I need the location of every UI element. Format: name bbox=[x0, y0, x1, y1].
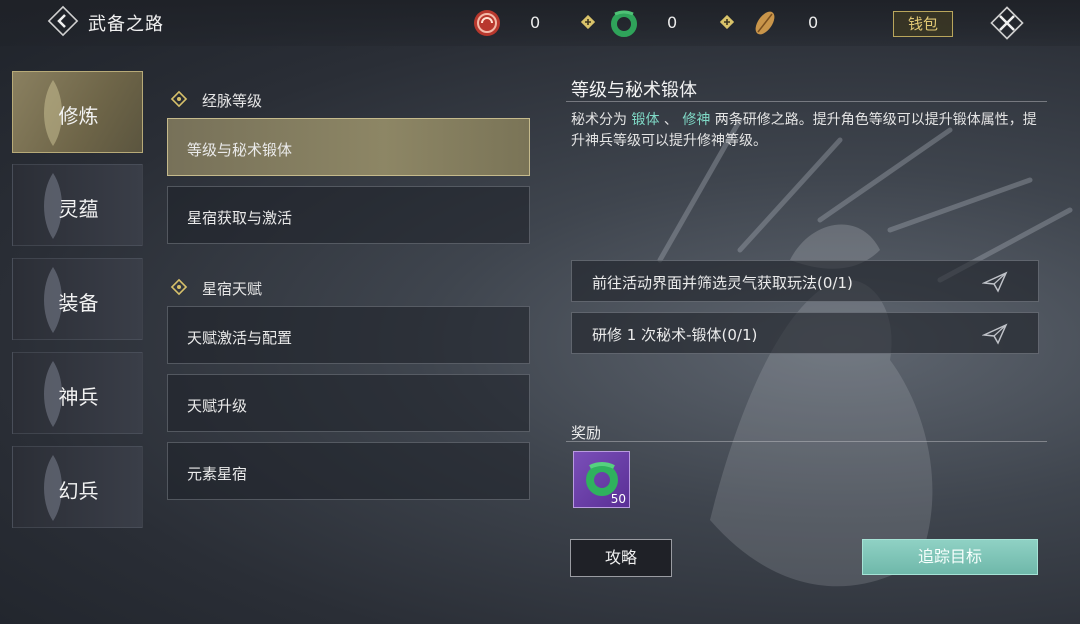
task-label: 前往活动界面并筛选灵气获取玩法(0/1) bbox=[592, 274, 853, 292]
guide-button[interactable]: 攻略 bbox=[570, 539, 672, 577]
sidebar-item-divine-weapon[interactable]: 神兵 bbox=[12, 352, 143, 434]
list-item-label: 星宿获取与激活 bbox=[187, 209, 293, 227]
reward-item[interactable]: 50 bbox=[573, 451, 630, 508]
sidebar-item-label: 修炼 bbox=[58, 104, 99, 128]
sidebar-item-phantom-weapon[interactable]: 幻兵 bbox=[12, 446, 143, 528]
list-item-label: 天赋激活与配置 bbox=[187, 329, 293, 347]
golden-leaf-icon bbox=[755, 11, 775, 35]
add-currency-icon[interactable] bbox=[720, 15, 734, 29]
task-row[interactable]: 前往活动界面并筛选灵气获取玩法(0/1) bbox=[571, 260, 1039, 302]
sidebar-item-equipment[interactable]: 装备 bbox=[12, 258, 143, 340]
reward-title: 奖励 bbox=[571, 424, 602, 442]
task-row[interactable]: 研修 1 次秘术-锻体(0/1) bbox=[571, 312, 1039, 354]
task-label: 研修 1 次秘术-锻体(0/1) bbox=[592, 326, 758, 344]
list-item[interactable]: 星宿获取与激活 bbox=[167, 186, 530, 244]
divider bbox=[566, 101, 1047, 102]
track-target-button[interactable]: 追踪目标 bbox=[862, 539, 1038, 575]
sidebar-item-spirit[interactable]: 灵蕴 bbox=[12, 164, 143, 246]
back-button-icon[interactable] bbox=[46, 4, 80, 38]
list-item-label: 天赋升级 bbox=[187, 397, 248, 415]
page-title: 武备之路 bbox=[88, 14, 164, 35]
close-icon[interactable] bbox=[986, 2, 1028, 44]
list-item[interactable]: 天赋升级 bbox=[167, 374, 530, 432]
reward-quantity: 50 bbox=[610, 492, 626, 506]
list-item[interactable]: 等级与秘术锻体 bbox=[167, 118, 530, 176]
detail-description: 秘术分为 锻体 、 修神 两条研修之路。提升角色等级可以提升锻体属性，提升神兵等… bbox=[571, 112, 1037, 149]
list-item[interactable]: 元素星宿 bbox=[167, 442, 530, 500]
sidebar-item-label: 灵蕴 bbox=[58, 197, 99, 221]
list-item-label: 等级与秘术锻体 bbox=[187, 141, 293, 159]
sidebar-item-label: 神兵 bbox=[58, 385, 99, 409]
divider bbox=[566, 441, 1047, 442]
currency-golden-leaf-value: 0 bbox=[808, 13, 819, 32]
list-item[interactable]: 天赋激活与配置 bbox=[167, 306, 530, 364]
currency-jade-ring-value: 0 bbox=[667, 13, 678, 32]
list-item-label: 元素星宿 bbox=[187, 465, 248, 483]
sidebar-item-cultivate[interactable]: 修炼 bbox=[12, 71, 143, 153]
currency-red-coin-value: 0 bbox=[530, 13, 541, 32]
add-currency-icon[interactable] bbox=[581, 15, 595, 29]
red-coin-icon bbox=[474, 10, 500, 36]
wallet-button[interactable]: 钱包 bbox=[893, 11, 953, 37]
highlight-forging: 锻体 bbox=[631, 112, 660, 128]
top-bar: 武备之路 0 0 0 钱包 bbox=[0, 0, 1080, 46]
paper-plane-icon[interactable] bbox=[982, 323, 1008, 345]
highlight-spirit: 修神 bbox=[682, 112, 711, 128]
paper-plane-icon[interactable] bbox=[982, 271, 1008, 293]
sidebar-item-label: 装备 bbox=[58, 291, 99, 315]
jade-ring-icon bbox=[611, 10, 637, 37]
section-title: 经脉等级 bbox=[202, 92, 263, 110]
section-title: 星宿天赋 bbox=[202, 280, 263, 298]
diamond-ornament-icon bbox=[170, 278, 188, 296]
detail-title: 等级与秘术锻体 bbox=[571, 80, 697, 101]
sidebar-item-label: 幻兵 bbox=[58, 479, 99, 503]
diamond-ornament-icon bbox=[170, 90, 188, 108]
